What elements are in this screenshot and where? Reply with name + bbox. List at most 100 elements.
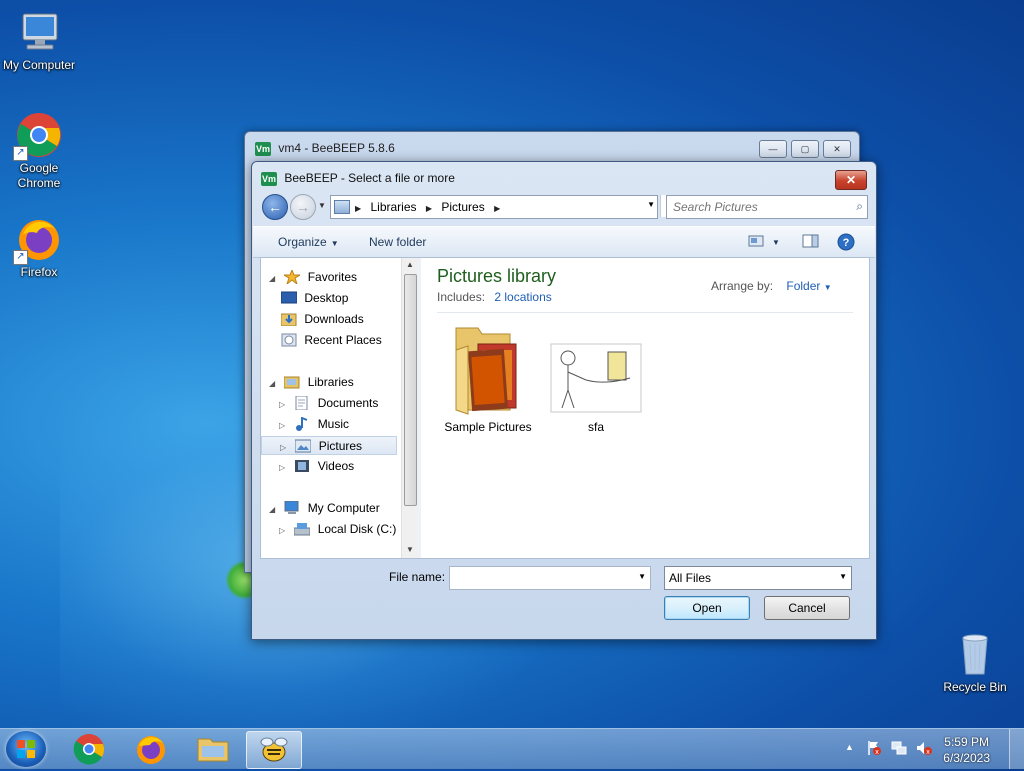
library-includes: Includes: 2 locations bbox=[437, 290, 552, 304]
tree-item-documents[interactable]: ▷ Documents bbox=[279, 394, 378, 413]
tree-item-recent-places[interactable]: Recent Places bbox=[279, 331, 382, 350]
close-button[interactable]: ✕ bbox=[823, 140, 851, 158]
clock-time: 5:59 PM bbox=[944, 735, 989, 749]
desktop-icon-label: My Computer bbox=[2, 58, 76, 72]
image-thumbnail-icon bbox=[546, 320, 646, 416]
chevron-down-icon: ▼ bbox=[330, 239, 339, 248]
tree-item-music[interactable]: ▷ Music bbox=[279, 415, 349, 434]
navigation-scrollbar[interactable]: ▲ ▼ bbox=[401, 258, 419, 558]
address-bar[interactable]: ▶ Libraries ▶ Pictures ▶ ▼ bbox=[330, 195, 658, 219]
minimize-button[interactable]: — bbox=[759, 140, 787, 158]
downloads-folder-icon bbox=[280, 312, 297, 327]
local-disk-icon bbox=[293, 522, 311, 536]
navigation-bar: ← → ▼ ▶ Libraries ▶ Pictures ▶ ▼ ⟳ ⌕ bbox=[260, 192, 868, 222]
shortcut-arrow-icon: ↗ bbox=[13, 250, 28, 265]
forward-arrow-icon[interactable]: → bbox=[290, 194, 316, 220]
help-icon[interactable]: ? bbox=[837, 233, 855, 251]
organize-button[interactable]: Organize ▼ bbox=[278, 235, 339, 249]
scroll-up-icon[interactable]: ▲ bbox=[406, 260, 414, 269]
arrange-by-dropdown[interactable]: Folder ▼ bbox=[786, 279, 831, 293]
desktop-icon-firefox[interactable]: ↗ Firefox bbox=[0, 215, 81, 280]
show-hidden-icons-button[interactable]: ▲ bbox=[845, 742, 854, 752]
scroll-thumb[interactable] bbox=[404, 274, 417, 506]
expand-icon[interactable]: ▷ bbox=[279, 416, 289, 435]
tree-item-desktop[interactable]: Desktop bbox=[279, 289, 348, 308]
tree-item-local-disk[interactable]: ▷ Local Disk (C:) bbox=[279, 520, 396, 539]
expand-icon[interactable]: ▷ bbox=[280, 438, 290, 457]
svg-text:?: ? bbox=[843, 237, 850, 249]
tree-item-videos[interactable]: ▷ Videos bbox=[279, 457, 354, 476]
file-type-select[interactable]: All Files ▼ bbox=[664, 566, 852, 590]
file-item-label: Sample Pictures bbox=[444, 420, 532, 434]
taskbar-beebeep[interactable] bbox=[246, 731, 302, 769]
taskbar-explorer[interactable] bbox=[186, 731, 240, 767]
libraries-icon bbox=[283, 375, 300, 389]
scroll-down-icon[interactable]: ▼ bbox=[406, 545, 414, 554]
explorer-icon bbox=[197, 738, 229, 762]
locations-link[interactable]: 2 locations bbox=[494, 290, 551, 304]
desktop-icon-my-computer[interactable]: My Computer bbox=[0, 8, 81, 73]
breadcrumb-separator-icon[interactable]: ▶ bbox=[426, 204, 432, 213]
back-arrow-icon[interactable]: ← bbox=[262, 194, 288, 220]
windows-logo-icon bbox=[17, 740, 35, 758]
system-clock[interactable]: 5:59 PM 6/3/2023 bbox=[943, 734, 990, 766]
taskbar-firefox[interactable] bbox=[124, 731, 178, 767]
tree-label: Recent Places bbox=[304, 333, 382, 347]
tree-item-pictures[interactable]: ▷ Pictures bbox=[261, 436, 397, 455]
preview-pane-icon[interactable] bbox=[802, 233, 820, 249]
address-dropdown-icon[interactable]: ▼ bbox=[647, 200, 655, 209]
tree-item-libraries[interactable]: ◢ Libraries bbox=[269, 373, 354, 392]
tree-label: Music bbox=[317, 417, 350, 431]
collapse-icon[interactable]: ◢ bbox=[269, 500, 279, 519]
file-list-pane[interactable]: Pictures library Includes: 2 locations A… bbox=[421, 258, 869, 558]
tree-item-my-computer[interactable]: ◢ My Computer bbox=[269, 499, 380, 518]
collapse-icon[interactable]: ◢ bbox=[269, 269, 279, 288]
breadcrumb-pictures[interactable]: Pictures bbox=[441, 200, 484, 214]
desktop-icon-recycle-bin[interactable]: Recycle Bin bbox=[933, 630, 1017, 695]
breadcrumb-separator-icon[interactable]: ▶ bbox=[494, 204, 500, 213]
breadcrumb-libraries[interactable]: Libraries bbox=[371, 200, 417, 214]
desktop-icon-google-chrome[interactable]: ↗ Google Chrome bbox=[0, 111, 81, 191]
network-icon[interactable] bbox=[891, 740, 907, 756]
tree-item-downloads[interactable]: Downloads bbox=[279, 310, 364, 329]
tree-item-favorites[interactable]: ◢ Favorites bbox=[269, 268, 357, 287]
dialog-close-button[interactable]: ✕ bbox=[835, 170, 867, 190]
file-type-dropdown-icon[interactable]: ▼ bbox=[839, 572, 847, 581]
expand-icon[interactable]: ▷ bbox=[279, 521, 289, 540]
file-item-sample-pictures[interactable]: Sample Pictures bbox=[433, 320, 543, 434]
view-options-dropdown-icon[interactable]: ▼ bbox=[772, 238, 780, 247]
library-title: Pictures library bbox=[437, 266, 557, 286]
expand-icon[interactable]: ▷ bbox=[279, 458, 289, 477]
recent-places-icon bbox=[281, 333, 297, 347]
open-button[interactable]: Open bbox=[664, 596, 750, 620]
breadcrumb: ▶ Libraries ▶ Pictures ▶ bbox=[355, 200, 506, 214]
shortcut-arrow-icon: ↗ bbox=[13, 146, 28, 161]
maximize-button[interactable]: ▢ bbox=[791, 140, 819, 158]
taskbar-chrome[interactable] bbox=[62, 731, 116, 767]
file-open-dialog[interactable]: Vm BeeBEEP - Select a file or more ✕ ← →… bbox=[251, 161, 877, 640]
tree-label: Libraries bbox=[307, 375, 354, 389]
change-view-icon[interactable] bbox=[748, 233, 766, 249]
volume-muted-icon[interactable]: x bbox=[916, 740, 932, 756]
cancel-button[interactable]: Cancel bbox=[764, 596, 850, 620]
file-name-combobox[interactable]: ▼ bbox=[449, 566, 651, 590]
search-icon[interactable]: ⌕ bbox=[856, 199, 863, 214]
navigation-pane[interactable]: ◢ Favorites Desktop Downloads Recent Pla… bbox=[261, 258, 419, 558]
breadcrumb-separator-icon[interactable]: ▶ bbox=[355, 204, 361, 213]
action-center-flag-icon[interactable]: x bbox=[866, 740, 882, 756]
show-desktop-button[interactable] bbox=[1009, 729, 1024, 769]
collapse-icon[interactable]: ◢ bbox=[269, 374, 279, 393]
file-name-input[interactable] bbox=[453, 569, 637, 587]
taskbar: ▲ x x 5:59 PM 6/3/2023 bbox=[0, 728, 1024, 769]
recent-locations-dropdown-icon[interactable]: ▼ bbox=[318, 201, 326, 210]
arrange-by-value: Folder bbox=[786, 279, 821, 293]
new-folder-button[interactable]: New folder bbox=[369, 235, 426, 249]
desktop-icon bbox=[280, 291, 298, 305]
header-divider bbox=[437, 312, 853, 313]
file-item-sfa[interactable]: sfa bbox=[541, 320, 651, 434]
search-input[interactable] bbox=[671, 198, 845, 216]
file-name-dropdown-icon[interactable]: ▼ bbox=[638, 572, 646, 581]
start-button[interactable] bbox=[6, 731, 46, 767]
search-box[interactable]: ⌕ bbox=[666, 195, 868, 219]
expand-icon[interactable]: ▷ bbox=[279, 395, 289, 414]
